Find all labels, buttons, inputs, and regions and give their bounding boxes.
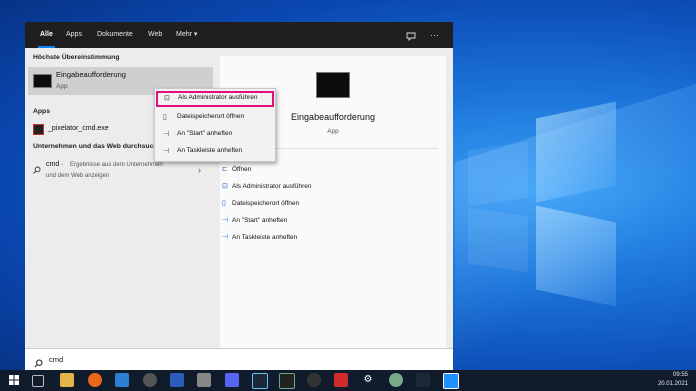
pin-icon: ⊣ xyxy=(163,131,170,138)
steam-icon[interactable] xyxy=(252,373,268,389)
tray-date[interactable]: 20.01.2021 xyxy=(658,381,688,387)
app-circle-icon[interactable] xyxy=(143,373,157,387)
menu-item-pin-taskbar[interactable]: ⊣ An Taskleiste anheften xyxy=(155,143,275,159)
pixelator-app-icon xyxy=(33,124,44,135)
settings-gear-icon[interactable]: ⚙ xyxy=(361,373,375,387)
web-separator: - xyxy=(61,162,63,168)
search-tab-bar: Alle Apps Dokumente Web Mehr ▾ ··· xyxy=(25,22,453,48)
tab-more-label: Mehr xyxy=(176,31,192,38)
pin-icon: ⊣ xyxy=(163,148,170,155)
start-windows-icon[interactable] xyxy=(7,373,21,387)
logo-pane-tr xyxy=(536,101,616,203)
detail-action-label: An "Start" anheften xyxy=(232,217,288,224)
best-match-title: Eingabeaufforderung xyxy=(56,70,126,79)
shield-run-icon: ⊡ xyxy=(222,183,228,190)
shield-run-icon: ⊡ xyxy=(164,95,170,102)
start-search-panel: Alle Apps Dokumente Web Mehr ▾ ··· Höchs… xyxy=(25,22,453,370)
detail-action-label: Dateispeicherort öffnen xyxy=(232,200,300,207)
best-match-subtitle: App xyxy=(56,83,68,90)
app-dark-icon[interactable] xyxy=(279,373,295,389)
detail-action-label: Öffnen xyxy=(232,166,252,173)
cmd-large-icon xyxy=(316,72,350,98)
logo-pane-bl xyxy=(468,207,528,273)
menu-item-label: An Taskleiste anheften xyxy=(177,147,243,154)
tab-apps[interactable]: Apps xyxy=(66,22,82,48)
file-location-icon: ▯ xyxy=(163,114,167,121)
steam-app-icon[interactable] xyxy=(416,373,430,387)
logo-pane-tl xyxy=(468,141,528,207)
tray-time[interactable]: 09:55 xyxy=(673,372,688,378)
chevron-down-icon: ▾ xyxy=(193,31,198,38)
detail-action-label: An Taskleiste anheften xyxy=(232,234,298,241)
pin-icon: ⊣ xyxy=(222,234,229,241)
tab-web[interactable]: Web xyxy=(148,22,162,48)
firefox-icon[interactable] xyxy=(88,373,102,387)
task-view-icon[interactable] xyxy=(32,375,44,387)
taskbar: ⚙ 09:55 20.01.2021 xyxy=(0,370,696,391)
pdf-icon[interactable] xyxy=(334,373,348,387)
app-round-icon[interactable] xyxy=(307,373,321,387)
app-green-icon[interactable] xyxy=(389,373,403,387)
document-icon[interactable] xyxy=(197,373,211,387)
tab-all[interactable]: Alle xyxy=(38,22,55,48)
app-result-label: _pixelator_cmd.exe xyxy=(48,125,109,132)
best-match-header: Höchste Übereinstimmung xyxy=(33,54,120,61)
apps-header: Apps xyxy=(33,108,50,115)
menu-item-label: Als Administrator ausführen xyxy=(178,94,258,101)
search-input[interactable]: cmd xyxy=(49,355,63,364)
search-box[interactable]: cmd xyxy=(25,348,453,371)
more-options-icon[interactable]: ··· xyxy=(430,22,439,48)
feedback-icon[interactable] xyxy=(406,22,416,48)
menu-item-label: An "Start" anheften xyxy=(177,130,233,137)
tab-more[interactable]: Mehr ▾ xyxy=(176,22,197,48)
word-icon[interactable] xyxy=(170,373,184,387)
chevron-right-icon[interactable]: › xyxy=(198,165,201,175)
pin-icon: ⊣ xyxy=(222,217,229,224)
web-query: cmd xyxy=(46,161,60,168)
file-explorer-icon[interactable] xyxy=(60,373,74,387)
web-search-item[interactable]: cmd - Ergebnisse aus dem Unternehmen und… xyxy=(28,158,213,186)
context-menu: ⊡ Als Administrator ausführen ▯ Dateispe… xyxy=(154,88,276,162)
open-icon: ⊏ xyxy=(222,166,228,173)
cmd-app-icon xyxy=(33,74,52,88)
menu-item-run-as-admin[interactable]: ⊡ Als Administrator ausführen xyxy=(156,91,274,107)
mail-icon[interactable] xyxy=(115,373,129,387)
search-icon xyxy=(33,161,41,179)
web-header: Unternehmen und das Web durchsuchen xyxy=(33,143,166,150)
menu-item-label: Dateispeicherort öffnen xyxy=(177,113,245,120)
cmd-taskbar-icon[interactable] xyxy=(443,373,459,389)
tab-documents[interactable]: Dokumente xyxy=(97,22,133,48)
file-location-icon: ▯ xyxy=(222,200,226,207)
logo-pane-br xyxy=(536,205,616,307)
discord-icon[interactable] xyxy=(225,373,239,387)
web-result-line1: Ergebnisse aus dem Unternehmen xyxy=(70,162,163,168)
detail-action-label: Als Administrator ausführen xyxy=(232,183,312,190)
menu-item-pin-start[interactable]: ⊣ An "Start" anheften xyxy=(155,126,275,142)
menu-item-file-location[interactable]: ▯ Dateispeicherort öffnen xyxy=(155,109,275,125)
web-result-line2: und dem Web anzeigen xyxy=(46,173,110,179)
